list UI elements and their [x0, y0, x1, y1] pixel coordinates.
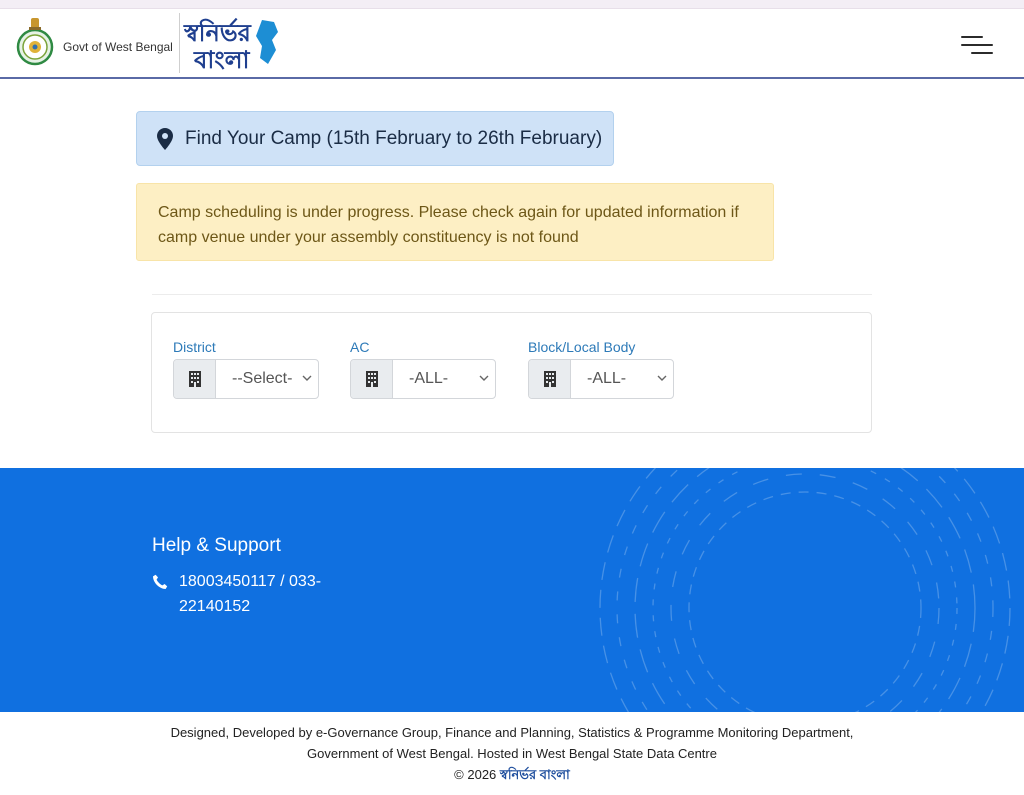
building-icon: [174, 360, 216, 398]
copyright-text: © 2026: [454, 767, 497, 782]
district-select[interactable]: --Select-: [173, 359, 319, 399]
phone-icon: [153, 574, 168, 589]
block-local-body-select-value: -ALL-: [587, 370, 627, 387]
hamburger-menu-icon[interactable]: [958, 33, 994, 57]
ac-select[interactable]: -ALL-: [350, 359, 496, 399]
site-credits: Designed, Developed by e-Governance Grou…: [0, 722, 1024, 785]
camp-filter-card: District --Select- AC -ALL- Block/Local …: [151, 312, 872, 433]
chevron-down-icon: [479, 375, 489, 381]
section-divider: [152, 294, 872, 295]
support-phone-number[interactable]: 18003450117 / 033-22140152: [179, 569, 359, 619]
logo-text-top: স্বনির্ভর: [183, 17, 252, 47]
west-bengal-emblem-icon: [16, 18, 54, 66]
find-camp-title: Find Your Camp (15th February to 26th Fe…: [185, 128, 603, 149]
camp-scheduling-alert: Camp scheduling is under progress. Pleas…: [136, 183, 774, 261]
district-select-value: --Select-: [232, 370, 293, 387]
site-header: Govt of West Bengal স্বনির্ভর বাংলা: [0, 9, 1024, 79]
logo-text-bottom: বাংলা: [193, 46, 251, 72]
decorative-circles: [599, 468, 1011, 712]
map-marker-icon: [157, 128, 173, 150]
help-support-title: Help & Support: [152, 535, 281, 556]
copyright-brand-link[interactable]: স্বনির্ভর বাংলা: [500, 767, 570, 782]
chevron-down-icon: [302, 375, 312, 381]
district-label: District: [173, 339, 216, 355]
chevron-down-icon: [657, 375, 667, 381]
ac-select-value: -ALL-: [409, 370, 449, 387]
credits-line-2: Government of West Bengal. Hosted in Wes…: [307, 746, 717, 761]
building-icon: [529, 360, 571, 398]
ac-label: AC: [350, 339, 370, 355]
block-local-body-label: Block/Local Body: [528, 339, 636, 355]
building-icon: [351, 360, 393, 398]
copyright-line: © 2026 স্বনির্ভর বাংলা: [0, 764, 1024, 785]
govt-of-west-bengal-label: Govt of West Bengal: [63, 40, 173, 54]
top-strip: [0, 0, 1024, 9]
find-camp-banner: Find Your Camp (15th February to 26th Fe…: [136, 111, 614, 166]
alert-text: Camp scheduling is under progress. Pleas…: [158, 204, 739, 246]
header-divider: [179, 13, 180, 73]
help-support-footer: Help & Support 18003450117 / 033-2214015…: [0, 468, 1024, 712]
credits-line-1: Designed, Developed by e-Governance Grou…: [170, 725, 854, 740]
block-local-body-select[interactable]: -ALL-: [528, 359, 674, 399]
swanirbhar-bangla-logo[interactable]: স্বনির্ভর বাংলা: [182, 14, 284, 72]
